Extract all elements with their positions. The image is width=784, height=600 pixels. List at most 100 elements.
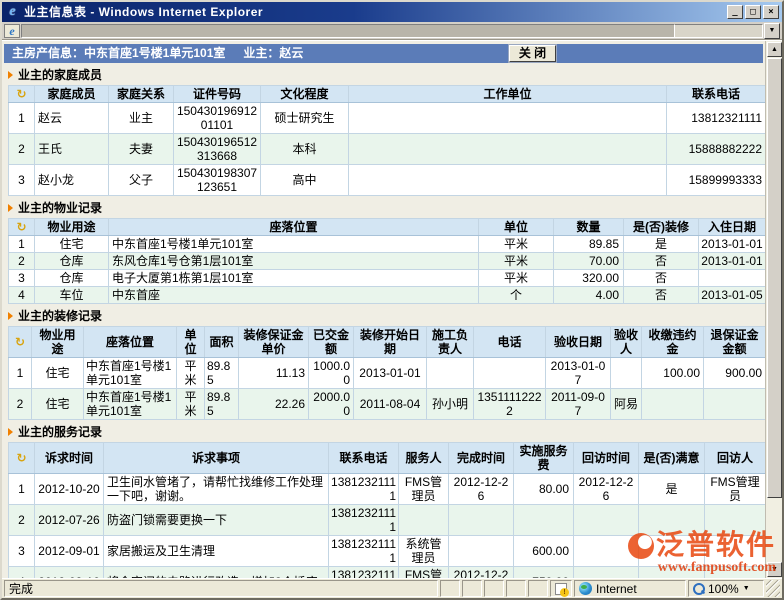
table-row: 2住宅中东首座1号楼1单元101室平米89.8522.262000.002011…	[9, 389, 766, 420]
table-cell: 900.00	[704, 358, 766, 389]
table-cell	[449, 505, 514, 536]
column-header: 数量	[554, 219, 624, 236]
column-header: 证件号码	[174, 86, 261, 103]
table-cell	[699, 270, 766, 287]
table-cell	[705, 567, 766, 579]
table-cell	[349, 134, 667, 165]
close-page-button[interactable]: 关 闭	[509, 45, 556, 62]
row-number: 3	[9, 536, 35, 567]
table-cell	[399, 505, 449, 536]
table-cell: 平米	[479, 253, 554, 270]
table-cell	[574, 536, 639, 567]
refresh-icon[interactable]: ↻	[9, 86, 35, 103]
table-cell: FMS管理员	[705, 474, 766, 505]
property-records-table: ↻物业用途座落位置单位数量是(否)装修入住日期1住宅中东首座1号楼1单元101室…	[8, 218, 765, 304]
address-bar: e ▼	[2, 22, 782, 40]
table-cell	[349, 103, 667, 134]
table-cell: 2013-01-01	[699, 236, 766, 253]
table-cell: 高中	[261, 165, 349, 196]
resize-grip[interactable]	[766, 580, 780, 597]
close-window-button[interactable]: ×	[763, 5, 779, 19]
table-cell: 600.00	[514, 536, 574, 567]
refresh-icon[interactable]: ↻	[9, 219, 35, 236]
table-cell: 13812321111	[667, 103, 766, 134]
column-header: 验收日期	[546, 327, 611, 358]
table-cell: 电子大厦第1栋第1层101室	[109, 270, 479, 287]
column-header: 物业用途	[32, 327, 84, 358]
table-cell	[704, 389, 766, 420]
address-input[interactable]	[21, 24, 675, 38]
table-cell: 否	[624, 287, 699, 304]
table-cell	[474, 358, 546, 389]
table-cell: 否	[624, 253, 699, 270]
window-title: 业主信息表 - Windows Internet Explorer	[24, 2, 727, 22]
table-cell: 否	[624, 270, 699, 287]
table-cell: 2012-12-26	[449, 474, 514, 505]
vertical-scrollbar: ▲ ▼	[765, 41, 782, 578]
minimize-button[interactable]: _	[727, 5, 743, 19]
section-title-text: 业主的服务记录	[18, 425, 102, 439]
row-number: 1	[9, 236, 35, 253]
address-dropdown-icon[interactable]: ▼	[764, 23, 780, 39]
table-cell	[449, 536, 514, 567]
scroll-up-icon[interactable]: ▲	[767, 42, 782, 57]
column-header: 文化程度	[261, 86, 349, 103]
column-header: 回访时间	[574, 443, 639, 474]
scrollbar-thumb[interactable]	[767, 58, 782, 498]
column-header: 退保证金金额	[704, 327, 766, 358]
row-number: 1	[9, 103, 35, 134]
table-cell: 2012-12-26	[574, 474, 639, 505]
table-cell: 15043019691201101	[174, 103, 261, 134]
table-cell	[639, 505, 705, 536]
table-cell: 东风仓库1号仓第1层101室	[109, 253, 479, 270]
column-header: 是(否)满意	[639, 443, 705, 474]
column-header: 已交金额	[309, 327, 354, 358]
table-cell: 是	[624, 236, 699, 253]
column-header: 诉求事项	[104, 443, 329, 474]
status-pane	[462, 580, 482, 597]
zone-label: Internet	[596, 582, 637, 596]
row-number: 2	[9, 505, 35, 536]
table-cell: 13812321111	[329, 474, 399, 505]
table-cell: 防盗门锁需要更换一下	[104, 505, 329, 536]
header-row: ↻诉求时间诉求事项联系电话服务人完成时间实施服务费回访时间是(否)满意回访人	[9, 443, 766, 474]
column-header: 完成时间	[449, 443, 514, 474]
table-cell: 150430198307123651	[174, 165, 261, 196]
status-text: 完成	[4, 580, 438, 597]
section-title-service: 业主的服务记录	[8, 425, 759, 439]
table-cell: 平米	[479, 270, 554, 287]
row-number: 4	[9, 287, 35, 304]
table-cell: 150430196512313668	[174, 134, 261, 165]
section-arrow-icon	[8, 312, 13, 320]
table-cell	[574, 567, 639, 579]
table-cell: 2012-10-20	[35, 474, 104, 505]
table-row: 3赵小龙父子150430198307123651高中15899993333	[9, 165, 766, 196]
table-cell: 2013-01-01	[699, 253, 766, 270]
zoom-dropdown-icon[interactable]: ▼	[743, 585, 750, 592]
refresh-icon[interactable]: ↻	[9, 327, 32, 358]
table-cell: 孙小明	[427, 389, 474, 420]
table-cell: 70.00	[554, 253, 624, 270]
zoom-pane[interactable]: 100% ▼	[688, 580, 764, 597]
section-title-text: 业主的物业记录	[18, 201, 102, 215]
column-header: 是(否)装修	[624, 219, 699, 236]
table-cell: 中东首座	[109, 287, 479, 304]
scroll-down-icon[interactable]: ▼	[767, 562, 782, 577]
table-cell: 父子	[109, 165, 174, 196]
security-warning-icon[interactable]	[555, 583, 567, 595]
refresh-icon[interactable]: ↻	[9, 443, 35, 474]
maximize-button[interactable]: □	[745, 5, 761, 19]
row-number: 2	[9, 253, 35, 270]
table-cell: 15888882222	[667, 134, 766, 165]
table-cell	[514, 505, 574, 536]
column-header: 验收人	[611, 327, 642, 358]
table-cell	[705, 505, 766, 536]
table-cell	[574, 505, 639, 536]
address-input-end	[675, 24, 763, 38]
column-header: 电话	[474, 327, 546, 358]
page-icon: e	[4, 24, 20, 38]
table-cell: 是	[639, 474, 705, 505]
status-pane	[528, 580, 548, 597]
column-header: 施工负责人	[427, 327, 474, 358]
table-row: 12012-10-20卫生间水管堵了，请帮忙找维修工作处理一下吧，谢谢。1381…	[9, 474, 766, 505]
